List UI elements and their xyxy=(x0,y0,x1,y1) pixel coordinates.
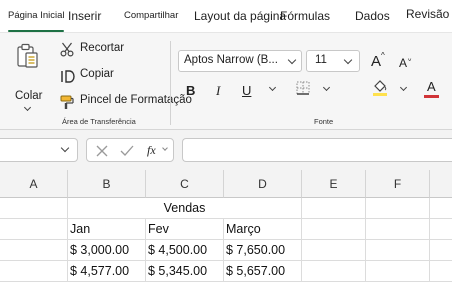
cell-e2[interactable] xyxy=(302,219,366,240)
italic-button[interactable]: I xyxy=(216,83,220,99)
cell-e1[interactable] xyxy=(302,198,366,219)
tab-pagina-inicial[interactable]: Página Inicial xyxy=(8,10,65,21)
decrease-font-icon: A xyxy=(399,56,408,70)
borders-dropdown-chevron-icon[interactable] xyxy=(322,83,331,92)
fill-color-button[interactable] xyxy=(372,79,388,102)
copy-button[interactable]: Copiar xyxy=(58,67,128,85)
value-cell[interactable]: $ 4,577.00 xyxy=(68,261,146,282)
cell-f1[interactable] xyxy=(366,198,430,219)
copy-label: Copiar xyxy=(80,68,114,80)
month-cell[interactable]: Fev xyxy=(146,219,224,240)
borders-icon xyxy=(296,81,310,99)
font-group-label: Fonte xyxy=(314,117,334,126)
format-painter-label: Pincel de Formatação xyxy=(80,94,192,106)
value-cell[interactable]: $ 5,657.00 xyxy=(224,261,302,282)
clipboard-group-label: Área de Transferência xyxy=(62,117,136,126)
cell-a2[interactable] xyxy=(0,219,68,240)
font-size-dropdown[interactable]: 11 xyxy=(306,50,360,72)
caret-up-icon: ^ xyxy=(381,51,385,60)
paste-dropdown-chevron-icon[interactable] xyxy=(23,103,32,112)
cell-g2[interactable] xyxy=(430,219,452,240)
cell-g1[interactable] xyxy=(430,198,452,219)
column-header-e[interactable]: E xyxy=(302,170,366,198)
paste-label: Colar xyxy=(15,90,43,102)
chevron-down-icon[interactable] xyxy=(60,143,70,153)
font-size-value: 11 xyxy=(315,54,327,66)
column-header-d[interactable]: D xyxy=(224,170,302,198)
increase-font-size-button[interactable]: A ^ xyxy=(368,51,390,73)
cell-a1[interactable] xyxy=(0,198,68,219)
tab-revisao[interactable]: Revisão xyxy=(406,7,449,21)
sales-title-cell[interactable]: Vendas xyxy=(68,198,302,219)
formula-actions: fx xyxy=(86,138,174,162)
cell-f2[interactable] xyxy=(366,219,430,240)
cut-button[interactable]: Recortar xyxy=(58,41,128,59)
column-header-a[interactable]: A xyxy=(0,170,68,198)
name-box[interactable] xyxy=(0,138,78,162)
cell-a3[interactable] xyxy=(0,240,68,261)
group-separator xyxy=(170,41,171,125)
format-painter-icon xyxy=(60,95,74,115)
ribbon-tab-bar: Página Inicial Inserir Compartilhar Layo… xyxy=(0,0,452,32)
font-name-dropdown[interactable]: Aptos Narrow (B... xyxy=(178,50,302,72)
cell-g4[interactable] xyxy=(430,261,452,282)
formula-bar: fx xyxy=(0,130,452,170)
tab-inserir[interactable]: Inserir xyxy=(68,9,101,23)
font-color-button[interactable]: A xyxy=(424,79,440,99)
cell-a4[interactable] xyxy=(0,261,68,282)
underline-dropdown-chevron-icon[interactable] xyxy=(268,83,277,92)
fill-bucket-icon xyxy=(372,80,388,101)
value-cell[interactable]: $ 5,345.00 xyxy=(146,261,224,282)
value-cell[interactable]: $ 4,500.00 xyxy=(146,240,224,261)
underline-button[interactable]: U xyxy=(242,83,251,98)
column-header-overflow xyxy=(430,170,452,198)
column-header-b[interactable]: B xyxy=(68,170,146,198)
bold-button[interactable]: B xyxy=(186,83,195,98)
value-cell[interactable]: $ 3,000.00 xyxy=(68,240,146,261)
font-color-icon: A xyxy=(427,79,436,94)
paste-button[interactable]: Colar xyxy=(6,41,50,113)
fill-color-bar xyxy=(373,93,387,96)
font-color-bar xyxy=(424,95,439,98)
tab-compartilhar[interactable]: Compartilhar xyxy=(124,10,178,21)
month-cell[interactable]: Março xyxy=(224,219,302,240)
cancel-icon[interactable] xyxy=(96,144,108,162)
column-header-f[interactable]: F xyxy=(366,170,430,198)
chevron-down-icon xyxy=(287,55,297,65)
cell-f4[interactable] xyxy=(366,261,430,282)
value-cell[interactable]: $ 7,650.00 xyxy=(224,240,302,261)
borders-button[interactable] xyxy=(296,81,310,100)
fx-chevron-icon[interactable] xyxy=(162,145,168,151)
formula-input[interactable] xyxy=(182,138,452,162)
ribbon: Colar Recortar Copiar Pincel de Formataç… xyxy=(0,32,452,130)
cell-e4[interactable] xyxy=(302,261,366,282)
format-painter-button[interactable]: Pincel de Formatação xyxy=(58,93,192,111)
decrease-font-size-button[interactable]: A ^ xyxy=(396,51,418,73)
fill-color-dropdown-chevron-icon[interactable] xyxy=(399,83,408,92)
increase-font-icon: A xyxy=(371,53,382,70)
month-cell[interactable]: Jan xyxy=(68,219,146,240)
cell-g3[interactable] xyxy=(430,240,452,261)
cut-label: Recortar xyxy=(80,42,125,54)
tab-formulas[interactable]: Fórmulas xyxy=(280,9,330,23)
copy-icon xyxy=(59,67,77,90)
column-header-c[interactable]: C xyxy=(146,170,224,198)
font-name-value: Aptos Narrow (B... xyxy=(184,54,278,66)
worksheet-grid: A B C D E F Vendas Jan Fev Março $ 3,000… xyxy=(0,170,452,284)
clipboard-icon xyxy=(16,43,40,74)
tab-dados[interactable]: Dados xyxy=(355,9,390,23)
chevron-down-icon xyxy=(343,55,353,65)
caret-down-icon: ^ xyxy=(408,54,412,61)
insert-function-button[interactable]: fx xyxy=(147,143,156,158)
scissors-icon xyxy=(60,42,74,62)
enter-check-icon[interactable] xyxy=(120,144,134,162)
cell-f3[interactable] xyxy=(366,240,430,261)
tab-layout-da-pagina[interactable]: Layout da página xyxy=(194,9,286,23)
cell-e3[interactable] xyxy=(302,240,366,261)
